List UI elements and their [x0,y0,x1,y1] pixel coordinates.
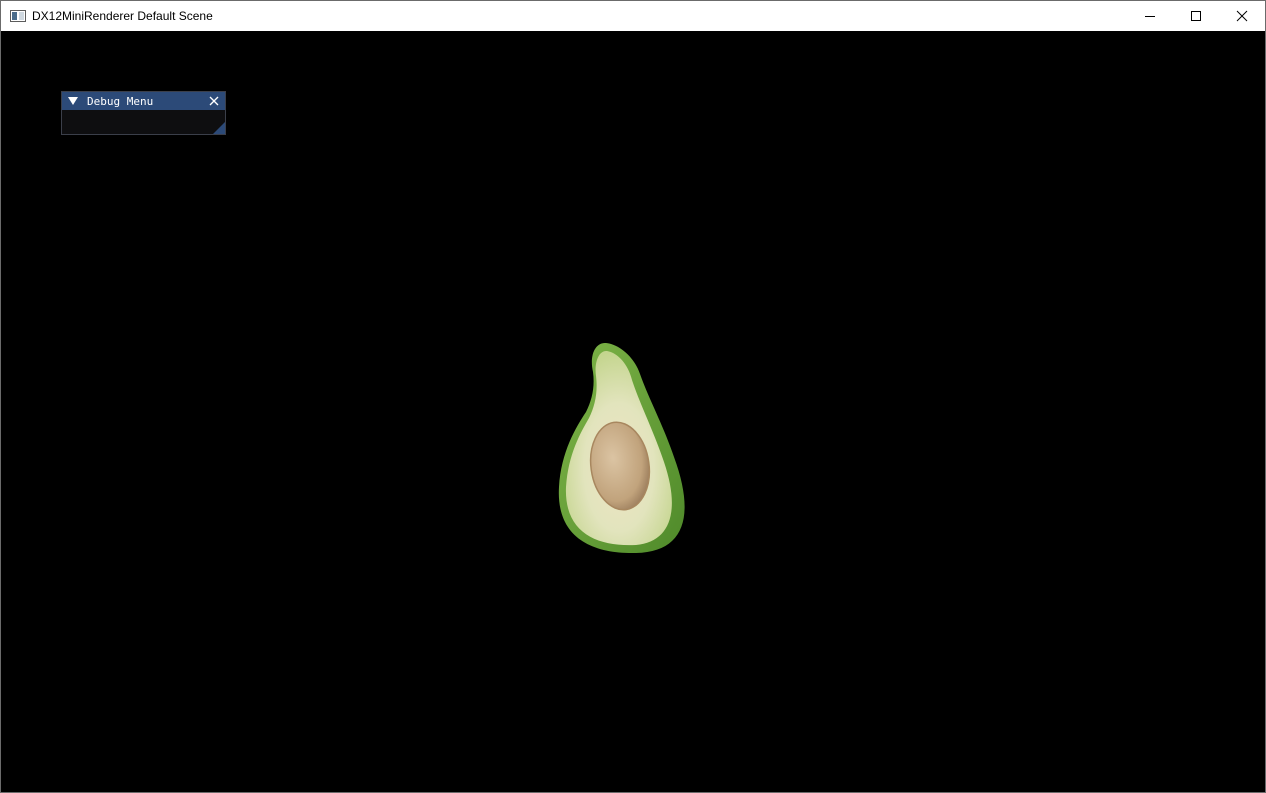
avocado-model [558,342,685,554]
app-window: DX12MiniRenderer Default Scene Debug Men… [0,0,1266,793]
minimize-icon [1145,16,1155,17]
triangle-down-icon[interactable] [68,97,78,105]
render-viewport[interactable]: Debug Menu [1,31,1265,792]
debug-menu-window[interactable]: Debug Menu [61,91,226,135]
maximize-button[interactable] [1173,1,1219,31]
close-icon [1236,10,1248,22]
app-icon[interactable] [10,10,26,22]
window-title: DX12MiniRenderer Default Scene [32,9,213,23]
close-button[interactable] [1219,1,1265,31]
debug-menu-title: Debug Menu [87,94,154,108]
maximize-icon [1191,11,1201,21]
caption-buttons [1127,1,1265,31]
close-icon[interactable] [209,95,219,107]
debug-menu-titlebar[interactable]: Debug Menu [62,92,225,110]
title-bar[interactable]: DX12MiniRenderer Default Scene [1,1,1265,31]
minimize-button[interactable] [1127,1,1173,31]
resize-grip[interactable] [213,122,225,134]
